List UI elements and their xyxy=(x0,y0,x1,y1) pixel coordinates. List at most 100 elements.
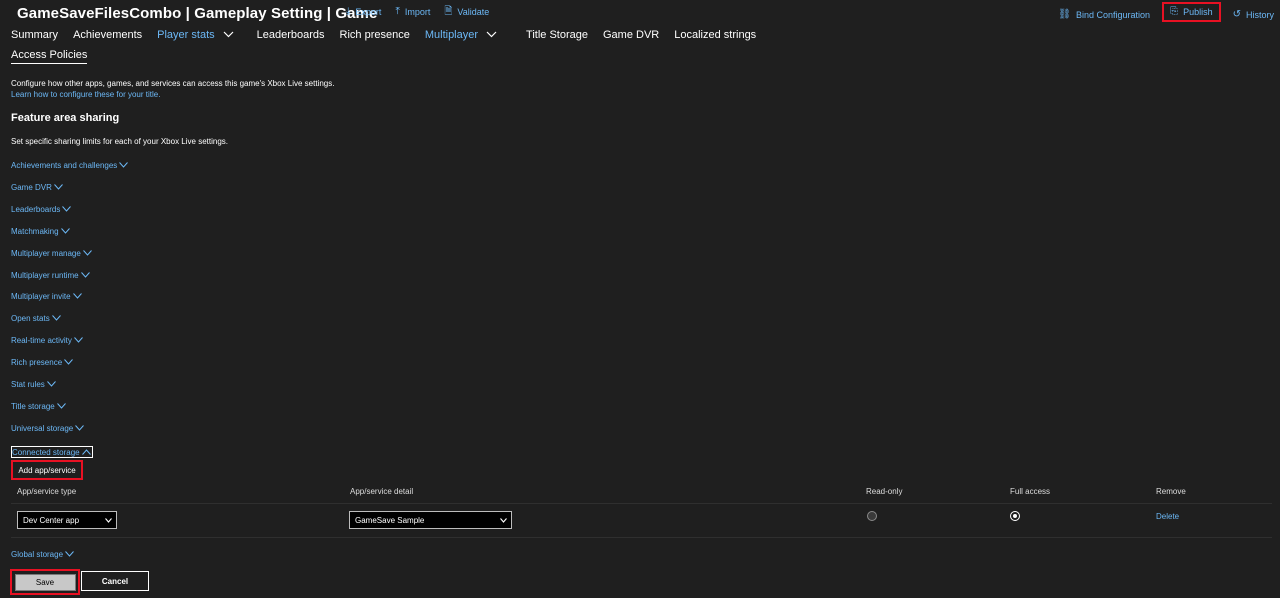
feature-area-item[interactable]: Title storage xyxy=(11,402,66,411)
tab-multiplayer[interactable]: Multiplayer xyxy=(425,29,497,41)
read-only-radio[interactable] xyxy=(867,511,877,521)
validate-label: Validate xyxy=(457,7,490,17)
feature-area-item[interactable]: Matchmaking xyxy=(11,227,70,236)
feature-area-label: Real-time activity xyxy=(11,336,72,346)
tab-player-stats-label: Player stats xyxy=(157,29,215,41)
feature-area-item[interactable]: Game DVR xyxy=(11,183,63,192)
feature-area-toggle: Multiplayer runtime xyxy=(11,271,90,280)
feature-area-toggle: Rich presence xyxy=(11,358,74,368)
feature-area-toggle: Multiplayer invite xyxy=(11,292,82,301)
chevron-down-icon xyxy=(55,402,66,411)
export-label: Export xyxy=(355,7,382,17)
chevron-down-icon xyxy=(63,550,74,559)
feature-area-toggle: Leaderboards xyxy=(11,204,72,214)
feature-area-label: Open stats xyxy=(11,314,50,324)
feature-area-global-storage[interactable]: Global storage xyxy=(11,550,74,559)
toolbar-left: ⤓ Export ⤒ Import 🗎 Validate xyxy=(346,6,503,18)
upload-icon: ⤒ xyxy=(395,6,400,17)
feature-area-item[interactable]: Universal storage xyxy=(11,423,85,433)
chevron-down-icon xyxy=(52,183,63,192)
chevron-down-icon xyxy=(79,271,90,280)
column-header-remove: Remove xyxy=(1156,487,1186,496)
feature-area-item[interactable]: Connected storage xyxy=(11,445,93,458)
main-nav: Summary Achievements Player stats Leader… xyxy=(11,29,771,41)
validate-icon: 🗎 xyxy=(444,6,453,17)
feature-area-item[interactable]: Rich presence xyxy=(11,358,74,368)
save-highlight: Save xyxy=(10,569,80,595)
chevron-down-icon xyxy=(73,424,85,433)
feature-area-label: Multiplayer invite xyxy=(11,292,71,302)
link-icon: ⛓ xyxy=(1058,8,1071,20)
chevron-up-icon xyxy=(80,448,91,457)
tab-multiplayer-label: Multiplayer xyxy=(424,29,479,41)
cancel-button[interactable]: Cancel xyxy=(81,571,149,591)
validate-button[interactable]: 🗎 Validate xyxy=(444,6,490,18)
table-divider xyxy=(11,503,1272,504)
app-service-detail-value: GameSave Sample xyxy=(355,515,425,525)
history-label: History xyxy=(1245,9,1274,20)
import-button[interactable]: ⤒ Import xyxy=(395,6,430,18)
section-description: Set specific sharing limits for each of … xyxy=(11,137,228,146)
feature-area-item[interactable]: Multiplayer manage xyxy=(11,249,92,258)
export-button[interactable]: ⤓ Export xyxy=(346,7,382,18)
feature-area-label: Leaderboards xyxy=(11,204,61,214)
feature-area-toggle: Open stats xyxy=(11,314,61,323)
tab-leaderboards[interactable]: Leaderboards xyxy=(257,29,325,41)
feature-area-toggle: Stat rules xyxy=(11,380,56,389)
feature-area-toggle: Game DVR xyxy=(11,183,63,192)
tab-summary[interactable]: Summary xyxy=(11,29,58,41)
feature-area-label: Universal storage xyxy=(11,423,74,433)
feature-area-item[interactable]: Open stats xyxy=(11,314,61,323)
feature-area-item[interactable]: Real-time activity xyxy=(11,336,83,345)
chevron-down-icon xyxy=(59,227,70,236)
column-header-type: App/service type xyxy=(17,487,77,496)
chevron-down-icon xyxy=(500,516,507,525)
chevron-down-icon xyxy=(486,29,497,41)
feature-area-toggle: Multiplayer manage xyxy=(11,249,92,258)
learn-more-link[interactable]: Learn how to configure these for your ti… xyxy=(11,90,160,99)
feature-area-label: Multiplayer runtime xyxy=(11,270,79,280)
app-service-detail-select[interactable]: GameSave Sample xyxy=(349,511,512,529)
column-header-full-access: Full access xyxy=(1010,487,1051,496)
chevron-down-icon xyxy=(50,314,61,323)
tab-player-stats[interactable]: Player stats xyxy=(157,29,234,41)
tab-rich-presence[interactable]: Rich presence xyxy=(340,29,410,41)
save-button[interactable]: Save xyxy=(14,573,76,591)
feature-area-item[interactable]: Leaderboards xyxy=(11,204,72,214)
history-button[interactable]: ↺ History xyxy=(1233,9,1274,20)
tab-achievements[interactable]: Achievements xyxy=(73,29,142,41)
chevron-down-icon xyxy=(62,358,74,367)
full-access-radio[interactable] xyxy=(1010,511,1020,521)
bind-configuration-button[interactable]: ⛓ Bind Configuration xyxy=(1058,8,1151,20)
chevron-down-icon xyxy=(105,516,112,525)
feature-area-label: Achievements and challenges xyxy=(11,161,118,170)
chevron-down-icon xyxy=(60,205,72,214)
feature-area-item[interactable]: Multiplayer runtime xyxy=(11,271,90,280)
feature-area-item[interactable]: Achievements and challenges xyxy=(11,161,129,170)
feature-area-toggle: Matchmaking xyxy=(11,227,70,236)
feature-area-item[interactable]: Stat rules xyxy=(11,380,56,389)
publish-label: Publish xyxy=(1183,7,1213,17)
tab-game-dvr[interactable]: Game DVR xyxy=(603,29,659,41)
delete-link[interactable]: Delete xyxy=(1156,512,1179,521)
feature-area-label: Game DVR xyxy=(11,182,52,192)
tab-title-storage[interactable]: Title Storage xyxy=(526,29,588,41)
toolbar-right: ⛓ Bind Configuration ⎘ Publish ↺ History xyxy=(1046,2,1274,22)
tab-localized-strings[interactable]: Localized strings xyxy=(674,29,756,41)
app-service-type-select[interactable]: Dev Center app xyxy=(17,511,117,529)
feature-area-label: Connected storage xyxy=(12,447,80,457)
chevron-down-icon xyxy=(223,29,234,41)
publish-button[interactable]: ⎘ Publish xyxy=(1162,2,1221,22)
feature-area-label: Matchmaking xyxy=(11,226,59,236)
page-title: GameSaveFilesCombo | Gameplay Setting | … xyxy=(17,5,378,22)
feature-area-toggle: Real-time activity xyxy=(11,336,83,345)
feature-area-label: Rich presence xyxy=(11,358,63,368)
feature-area-item[interactable]: Multiplayer invite xyxy=(11,292,82,301)
bind-configuration-label: Bind Configuration xyxy=(1076,9,1151,20)
intro-text: Configure how other apps, games, and ser… xyxy=(11,79,335,88)
column-header-read-only: Read-only xyxy=(866,487,903,496)
add-app-service-button[interactable]: Add app/service xyxy=(11,460,83,480)
subtab-access-policies[interactable]: Access Policies xyxy=(11,49,88,64)
chevron-down-icon xyxy=(71,292,82,301)
feature-area-label: Multiplayer manage xyxy=(11,248,81,258)
